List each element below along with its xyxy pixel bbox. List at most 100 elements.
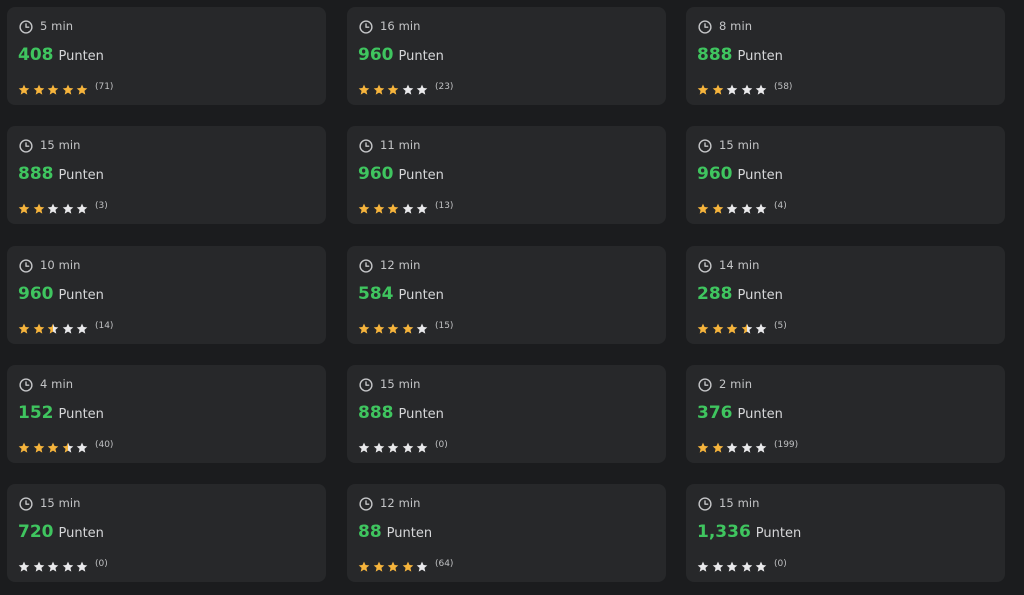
star-icon [697, 558, 709, 572]
points-row: 960 Punten [18, 284, 104, 304]
points-unit: Punten [737, 288, 783, 303]
rating-row: (0) [18, 557, 108, 572]
star-rating [358, 200, 431, 214]
duration-row: 16 min [359, 18, 421, 34]
task-card[interactable]: 5 min 408 Punten (71) [7, 7, 326, 105]
points-value: 888 [697, 45, 733, 65]
rating-count: (199) [773, 440, 799, 450]
points-value: 960 [697, 164, 733, 184]
star-rating [358, 81, 431, 95]
star-icon [62, 439, 74, 453]
points-value: 288 [697, 284, 733, 304]
duration-label: 10 min [40, 258, 81, 272]
task-card[interactable]: 2 min 376 Punten (199) [686, 365, 1005, 463]
duration-label: 15 min [40, 496, 81, 510]
points-value: 88 [358, 522, 382, 542]
duration-label: 12 min [380, 258, 421, 272]
star-icon [18, 320, 30, 334]
star-icon [416, 200, 428, 214]
clock-icon [19, 496, 33, 511]
clock-icon [359, 496, 373, 511]
rating-count: (14) [94, 321, 114, 331]
task-card[interactable]: 15 min 960 Punten (4) [686, 126, 1005, 224]
star-icon [755, 200, 767, 214]
star-icon [358, 81, 370, 95]
star-icon [402, 81, 414, 95]
task-card[interactable]: 16 min 960 Punten (23) [347, 7, 666, 105]
task-card[interactable]: 8 min 888 Punten (58) [686, 7, 1005, 105]
star-icon [47, 439, 59, 453]
star-icon [47, 558, 59, 572]
star-rating [697, 320, 770, 334]
star-rating [18, 439, 91, 453]
star-icon [373, 200, 385, 214]
star-icon [358, 200, 370, 214]
task-card[interactable]: 15 min 720 Punten (0) [7, 484, 326, 582]
duration-label: 16 min [380, 19, 421, 33]
points-unit: Punten [737, 49, 783, 64]
clock-icon [19, 19, 33, 34]
rating-count: (0) [94, 559, 108, 569]
task-card[interactable]: 4 min 152 Punten (40) [7, 365, 326, 463]
task-card[interactable]: 11 min 960 Punten (13) [347, 126, 666, 224]
task-card[interactable]: 12 min 584 Punten (15) [347, 246, 666, 344]
rating-count: (13) [434, 201, 454, 211]
star-icon [18, 81, 30, 95]
points-unit: Punten [398, 407, 444, 422]
star-icon [741, 439, 753, 453]
star-icon [373, 320, 385, 334]
rating-count: (0) [434, 440, 448, 450]
star-icon [33, 320, 45, 334]
star-icon [755, 81, 767, 95]
star-icon [76, 439, 88, 453]
clock-icon [698, 138, 712, 153]
rating-count: (23) [434, 82, 454, 92]
clock-icon [359, 19, 373, 34]
rating-count: (64) [434, 559, 454, 569]
task-card[interactable]: 15 min 1,336 Punten (0) [686, 484, 1005, 582]
points-row: 584 Punten [358, 284, 444, 304]
star-icon [726, 558, 738, 572]
task-card[interactable]: 15 min 888 Punten (0) [347, 365, 666, 463]
rating-count: (58) [773, 82, 793, 92]
duration-row: 15 min [359, 376, 421, 392]
star-icon [76, 200, 88, 214]
star-icon [387, 320, 399, 334]
star-icon [76, 320, 88, 334]
rating-count: (5) [773, 321, 787, 331]
duration-label: 12 min [380, 496, 421, 510]
star-icon [712, 558, 724, 572]
rating-count: (0) [773, 559, 787, 569]
star-icon [18, 558, 30, 572]
points-row: 376 Punten [697, 403, 783, 423]
task-card[interactable]: 12 min 88 Punten (64) [347, 484, 666, 582]
star-icon [416, 320, 428, 334]
points-unit: Punten [737, 407, 783, 422]
rating-row: (3) [18, 199, 108, 214]
points-unit: Punten [58, 49, 104, 64]
duration-label: 14 min [719, 258, 760, 272]
clock-icon [19, 377, 33, 392]
star-rating [697, 200, 770, 214]
rating-row: (23) [358, 80, 454, 95]
star-icon [726, 320, 738, 334]
task-card[interactable]: 10 min 960 Punten (14) [7, 246, 326, 344]
duration-label: 8 min [719, 19, 753, 33]
points-row: 888 Punten [18, 164, 104, 184]
points-row: 1,336 Punten [697, 522, 801, 542]
points-value: 1,336 [697, 522, 751, 542]
star-rating [358, 558, 431, 572]
task-card[interactable]: 14 min 288 Punten (5) [686, 246, 1005, 344]
duration-label: 2 min [719, 377, 753, 391]
task-card-grid: 5 min 408 Punten (71) 16 min 960 Punten [0, 0, 1024, 595]
points-row: 888 Punten [358, 403, 444, 423]
duration-row: 15 min [19, 495, 81, 511]
task-card[interactable]: 15 min 888 Punten (3) [7, 126, 326, 224]
star-icon [76, 558, 88, 572]
duration-row: 2 min [698, 376, 752, 392]
star-icon [387, 200, 399, 214]
star-icon [416, 81, 428, 95]
star-icon [741, 81, 753, 95]
clock-icon [698, 496, 712, 511]
points-row: 960 Punten [697, 164, 783, 184]
